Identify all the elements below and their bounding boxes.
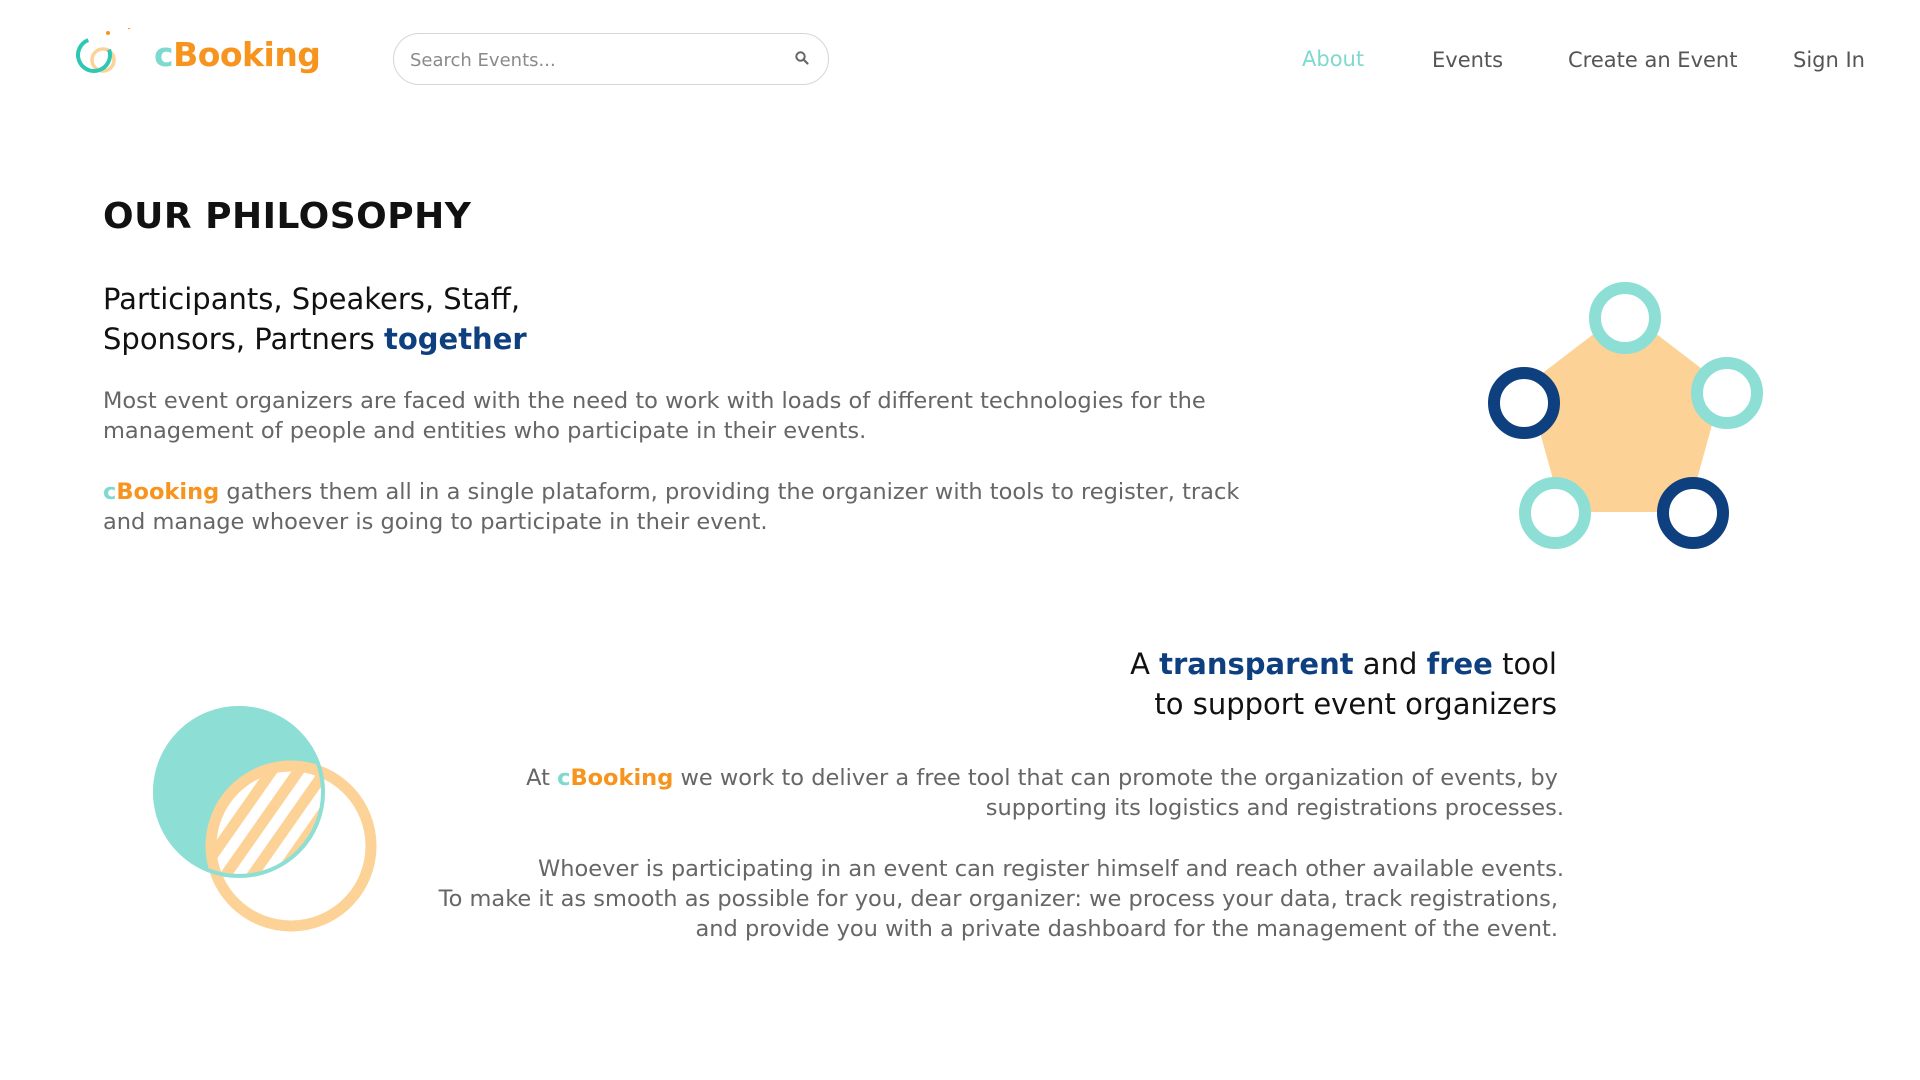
philosophy-p1-line1: Most event organizers are faced with the… bbox=[103, 388, 1206, 414]
transparent-p1-line2: supporting its logistics and registratio… bbox=[985, 795, 1564, 821]
transparent-p2-line3: and provide you with a private dashboard… bbox=[695, 916, 1558, 942]
philosophy-p2-line2: and manage whoever is going to participa… bbox=[103, 509, 768, 535]
nav-create-event[interactable]: Create an Event bbox=[1568, 48, 1737, 72]
brand-wordmark: Booking bbox=[173, 35, 321, 74]
inline-brand-name: Booking bbox=[570, 765, 674, 791]
inline-brand-prefix: c bbox=[103, 479, 117, 505]
search-icon[interactable] bbox=[794, 50, 810, 66]
transparent-title-line1: A transparent and free tool bbox=[1130, 644, 1557, 684]
pentagon-network-illustration bbox=[1488, 282, 1763, 549]
inline-brand-name: Booking bbox=[116, 479, 220, 505]
brand-logo[interactable]: cBooking bbox=[74, 28, 374, 88]
philosophy-subtitle-emphasis: together bbox=[383, 322, 527, 356]
search-input[interactable] bbox=[408, 34, 782, 86]
search-bar bbox=[393, 33, 829, 86]
transparent-p2-line2: To make it as smooth as possible for you… bbox=[438, 886, 1558, 912]
title-word-tool: tool bbox=[1492, 647, 1557, 681]
philosophy-subtitle-line1: Participants, Speakers, Staff, bbox=[103, 282, 521, 316]
transparent-title-line2: to support event organizers bbox=[1154, 687, 1557, 721]
philosophy-p2-line1: cBooking gathers them all in a single pl… bbox=[103, 477, 1239, 507]
nav-about[interactable]: About bbox=[1302, 47, 1364, 71]
inline-brand-prefix: c bbox=[557, 765, 571, 791]
transparent-paragraph-1: At cBooking we work to deliver a free to… bbox=[526, 763, 1564, 823]
nav-sign-in[interactable]: Sign In bbox=[1793, 48, 1865, 72]
site-header: cBooking About Events Create an Event Si… bbox=[0, 0, 1920, 120]
transparent-p2-line1: Whoever is participating in an event can… bbox=[538, 856, 1564, 882]
transparent-p1-at: At bbox=[526, 765, 558, 791]
transparent-p1-text: we work to deliver a free tool that can … bbox=[673, 765, 1558, 791]
transparent-p1-line1: At cBooking we work to deliver a free to… bbox=[526, 763, 1564, 793]
title-word-free: free bbox=[1426, 647, 1493, 681]
transparent-title: A transparent and free tool to support e… bbox=[1130, 644, 1557, 724]
brand-name: cBooking bbox=[154, 35, 321, 74]
nav-events[interactable]: Events bbox=[1432, 48, 1503, 72]
title-word-a: A bbox=[1130, 647, 1160, 681]
philosophy-p2-text: gathers them all in a single plataform, … bbox=[219, 479, 1240, 505]
title-word-transparent: transparent bbox=[1159, 647, 1354, 681]
title-word-and: and bbox=[1353, 647, 1427, 681]
overlapping-circles-illustration bbox=[153, 706, 377, 932]
philosophy-paragraph-2: cBooking gathers them all in a single pl… bbox=[103, 477, 1239, 537]
philosophy-subtitle-text: Sponsors, Partners bbox=[103, 322, 384, 356]
transparent-paragraph-2: Whoever is participating in an event can… bbox=[439, 854, 1564, 944]
logo-icon bbox=[76, 28, 131, 73]
philosophy-subtitle-line2: Sponsors, Partners together bbox=[103, 319, 527, 359]
philosophy-paragraph-1: Most event organizers are faced with the… bbox=[103, 386, 1206, 446]
philosophy-p1-line2: management of people and entities who pa… bbox=[103, 418, 867, 444]
philosophy-heading: OUR PHILOSOPHY bbox=[103, 196, 472, 237]
brand-prefix: c bbox=[154, 35, 174, 74]
philosophy-subtitle: Participants, Speakers, Staff, Sponsors,… bbox=[103, 279, 527, 359]
